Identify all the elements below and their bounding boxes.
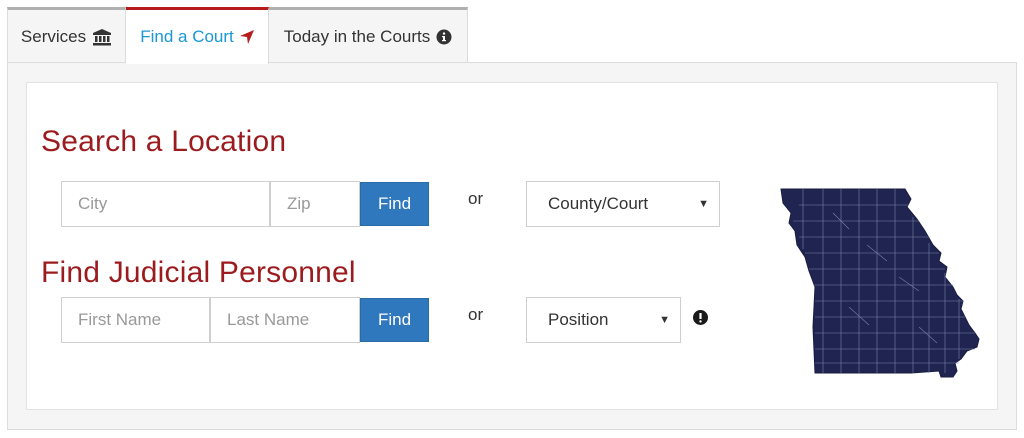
- find-a-court-panel: Search a Location Find or County/Court ▼…: [7, 62, 1017, 430]
- chevron-down-icon: ▼: [659, 314, 670, 326]
- find-personnel-heading: Find Judicial Personnel: [41, 256, 356, 289]
- tab-find-a-court-label: Find a Court: [140, 27, 234, 46]
- position-select-value: Position: [548, 310, 609, 329]
- tab-find-a-court[interactable]: Find a Court: [126, 7, 269, 64]
- info-circle-icon: [436, 29, 452, 45]
- tab-services[interactable]: Services: [7, 7, 126, 63]
- tab-services-label: Services: [20, 26, 87, 46]
- bank-icon: [92, 28, 112, 46]
- last-name-input[interactable]: [210, 297, 360, 343]
- exclamation-circle-icon[interactable]: [693, 310, 708, 330]
- chevron-down-icon: ▼: [698, 198, 709, 210]
- tab-today-in-the-courts[interactable]: Today in the Courts: [269, 7, 468, 63]
- position-select[interactable]: Position ▼: [526, 297, 681, 343]
- find-location-button[interactable]: Find: [360, 182, 429, 226]
- or-label-personnel: or: [468, 305, 484, 324]
- search-card: Search a Location Find or County/Court ▼…: [26, 82, 998, 410]
- first-name-input[interactable]: [61, 297, 210, 343]
- tab-bar: Services Find a Court Today in the Court…: [7, 7, 468, 64]
- county-court-select-value: County/Court: [548, 194, 649, 213]
- or-label: or: [468, 189, 484, 208]
- tab-today-label: Today in the Courts: [283, 26, 431, 46]
- missouri-counties-map-icon[interactable]: [779, 187, 983, 379]
- location-arrow-icon: [239, 30, 254, 44]
- county-court-select[interactable]: County/Court ▼: [526, 181, 720, 227]
- zip-input[interactable]: [270, 181, 360, 227]
- city-input[interactable]: [61, 181, 270, 227]
- find-personnel-button[interactable]: Find: [360, 298, 429, 342]
- search-location-heading: Search a Location: [41, 125, 287, 158]
